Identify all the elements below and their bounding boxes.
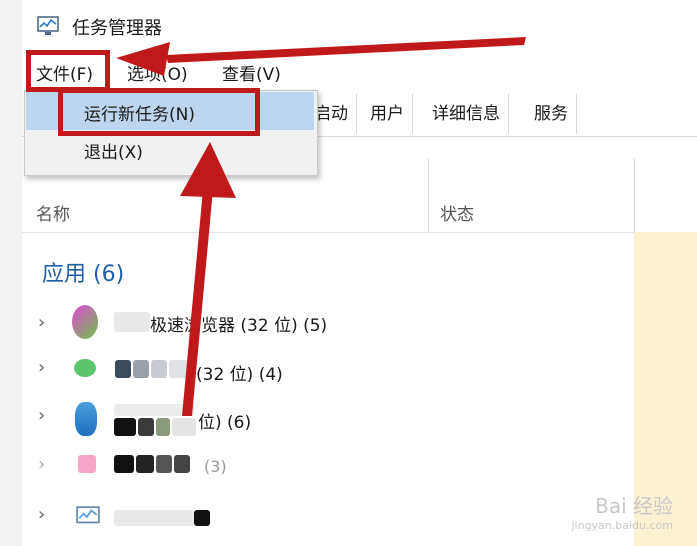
process-label[interactable]: (3) [204,457,227,476]
process-label[interactable]: (32 位) (4) [196,360,283,385]
menu-bar [22,52,697,90]
highlight-box-run-new-task [58,88,260,136]
left-strip [0,0,22,546]
column-status-header[interactable]: 状态 [440,200,474,225]
blurred-name [133,360,149,378]
blurred-name [194,510,210,526]
group-apps-title: 应用 (6) [42,262,125,287]
app-icon [78,455,96,473]
blurred-name [115,360,131,378]
column-divider[interactable] [634,158,635,232]
menu-item-exit[interactable]: 退出(X) [84,138,143,163]
blurred-name [114,404,194,416]
watermark-url: jingyan.baidu.com [571,519,673,532]
blurred-name [114,418,136,436]
tab-services[interactable]: 服务 [526,94,577,134]
blurred-name [114,455,134,473]
blurred-name [174,455,190,473]
blurred-name [172,418,196,436]
task-manager-icon [37,16,59,35]
expand-chevron-icon[interactable]: › [38,357,45,378]
process-label[interactable]: 极速浏览器 (32 位) (5) [150,311,327,336]
tab-details[interactable]: 详细信息 [424,94,509,134]
blurred-name [138,418,154,436]
blurred-name [151,360,167,378]
expand-chevron-icon[interactable]: › [38,454,45,475]
task-manager-icon [76,506,100,524]
expand-chevron-icon[interactable]: › [38,504,45,525]
blurred-name [156,418,170,436]
expand-chevron-icon[interactable]: › [38,405,45,426]
blurred-name [114,510,194,526]
app-icon [75,402,97,436]
watermark: Bai 经验 jingyan.baidu.com [571,490,673,532]
blurred-name [169,360,191,378]
expand-chevron-icon[interactable]: › [38,312,45,333]
browser-app-icon [72,305,98,339]
app-icon [74,359,96,377]
menu-options[interactable]: 选项(O) [127,60,188,85]
highlight-box-file-menu [26,50,110,92]
tab-users[interactable]: 用户 [362,94,413,134]
process-label[interactable]: 位) (6) [198,408,251,433]
menu-view[interactable]: 查看(V) [222,60,281,85]
blurred-name [136,455,154,473]
blurred-name [114,312,150,332]
column-divider[interactable] [428,158,429,232]
watermark-brand: Bai 经验 [595,494,673,518]
blurred-name [156,455,172,473]
window-title: 任务管理器 [72,18,162,39]
column-name-header[interactable]: 名称 [36,200,70,225]
